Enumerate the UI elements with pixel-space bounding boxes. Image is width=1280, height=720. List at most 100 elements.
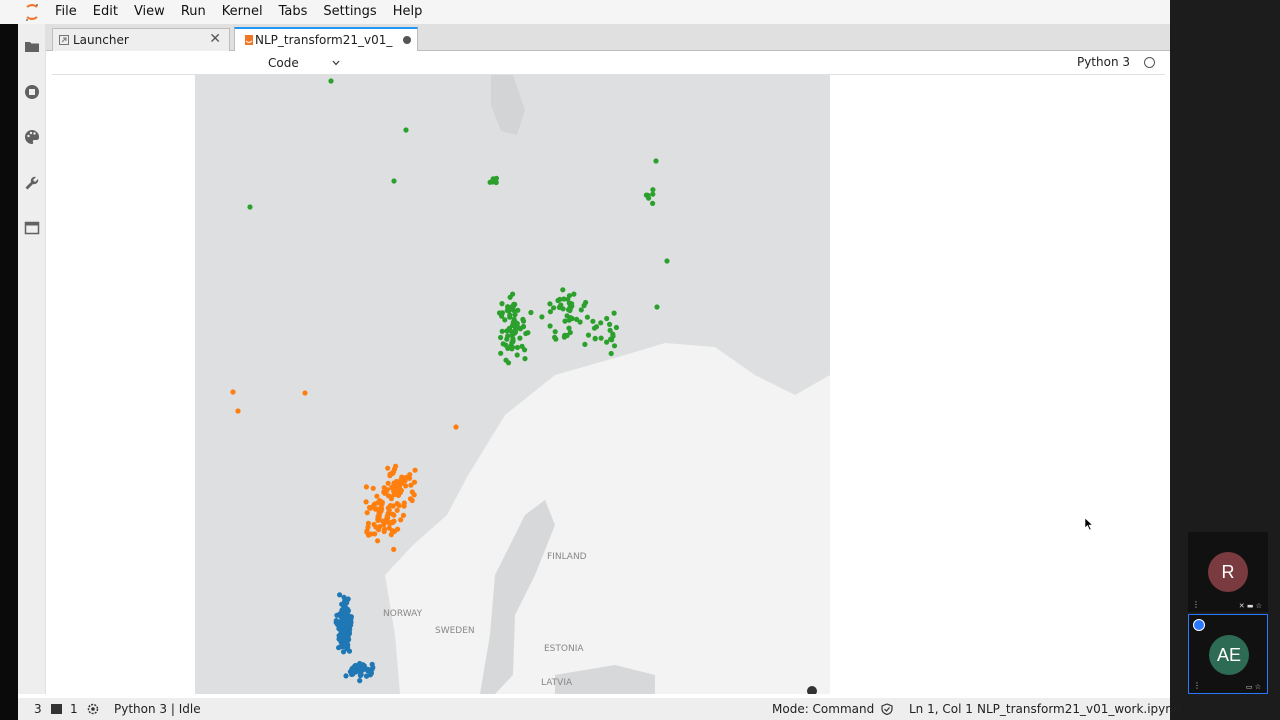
status-count-b[interactable]: 1 <box>70 702 78 716</box>
menu-view[interactable]: View <box>126 0 173 24</box>
close-icon[interactable]: ✕ <box>209 31 221 47</box>
map-point <box>584 314 590 320</box>
more-options-icon[interactable]: ⋮ <box>1192 600 1200 609</box>
map-point <box>604 315 610 322</box>
running-sessions-icon[interactable] <box>24 84 40 100</box>
map-point <box>520 323 527 330</box>
map-point <box>395 526 401 532</box>
map-point <box>360 667 366 673</box>
map-point <box>398 517 404 523</box>
map-point <box>377 524 383 530</box>
map-point <box>395 485 401 491</box>
map-point <box>363 499 369 505</box>
map-point <box>593 324 600 330</box>
menu-file[interactable]: File <box>47 0 85 24</box>
map-point <box>336 636 342 642</box>
tab-launcher[interactable]: Launcher ✕ <box>52 28 230 51</box>
map-point <box>343 625 350 632</box>
map-point <box>369 661 375 667</box>
shield-icon[interactable] <box>881 703 893 715</box>
map-point <box>357 678 363 684</box>
map-point <box>509 344 516 350</box>
map-point <box>394 507 400 513</box>
map-point <box>558 302 564 308</box>
mouse-cursor-icon <box>1084 517 1094 531</box>
tab-notebook[interactable]: NLP_transform21_v01_wor <box>234 27 418 51</box>
tabs-panel-icon[interactable] <box>24 220 40 236</box>
map-point <box>337 592 343 598</box>
map-point <box>409 489 415 495</box>
map-point <box>525 330 531 336</box>
participant-tile-ae[interactable]: AE ⋮ ▭ ☆ <box>1188 614 1268 694</box>
map-point <box>547 309 553 315</box>
wrench-icon[interactable] <box>24 175 40 191</box>
folder-icon[interactable] <box>24 38 40 54</box>
map-point <box>598 335 604 341</box>
scatter-map[interactable]: FINLAND NORWAY SWEDEN ESTONIA LATVIA <box>195 75 830 694</box>
map-point <box>553 336 559 342</box>
map-point <box>552 329 558 335</box>
map-point <box>363 484 369 490</box>
map-output[interactable]: FINLAND NORWAY SWEDEN ESTONIA LATVIA <box>195 75 830 694</box>
menu-edit[interactable]: Edit <box>85 0 126 24</box>
map-point <box>571 291 577 297</box>
unsaved-dot-icon[interactable] <box>403 36 411 44</box>
map-point <box>343 673 349 679</box>
map-point <box>611 310 617 316</box>
map-point <box>407 496 414 502</box>
map-point <box>577 319 583 325</box>
map-point <box>235 408 241 414</box>
menu-settings[interactable]: Settings <box>315 0 384 24</box>
map-point <box>385 480 391 486</box>
map-point <box>334 612 340 618</box>
map-point <box>364 510 370 516</box>
map-point <box>401 500 407 506</box>
mode-indicator[interactable]: Mode: Command <box>772 702 874 716</box>
cell-type-dropdown[interactable]: Code <box>264 54 340 72</box>
map-point <box>341 640 347 646</box>
label-norway: NORWAY <box>383 609 423 619</box>
menu-tabs[interactable]: Tabs <box>271 0 316 24</box>
map-point <box>561 334 567 340</box>
file-name[interactable]: NLP_transform21_v01_work.ipynb <box>977 702 1181 716</box>
tab-label: Launcher <box>73 33 129 47</box>
label-finland: FINLAND <box>547 552 587 562</box>
map-point <box>567 329 573 336</box>
menu-help[interactable]: Help <box>385 0 431 24</box>
settings-gear-icon[interactable] <box>87 703 99 715</box>
map-point <box>582 341 588 347</box>
map-point <box>539 314 545 320</box>
launcher-icon <box>59 35 69 45</box>
jupyter-logo-icon <box>26 4 38 21</box>
map-point <box>522 347 528 353</box>
palette-icon[interactable] <box>24 129 40 145</box>
map-point <box>592 336 598 342</box>
map-point <box>247 204 253 210</box>
label-sweden: SWEDEN <box>435 626 475 636</box>
map-point <box>566 325 572 331</box>
map-point <box>394 501 400 507</box>
tab-bar: Launcher ✕ NLP_transform21_v01_wor <box>46 24 1170 51</box>
kernel-status-text[interactable]: Python 3 | Idle <box>114 702 201 716</box>
map-point <box>505 333 511 339</box>
status-count-a[interactable]: 3 <box>34 702 42 716</box>
map-point <box>653 158 659 164</box>
more-options-icon[interactable]: ⋮ <box>1193 681 1201 690</box>
map-point <box>342 613 348 619</box>
map-point <box>375 538 381 544</box>
video-call-panel <box>1170 0 1280 720</box>
map-point <box>585 332 592 338</box>
menu-kernel[interactable]: Kernel <box>214 0 271 24</box>
cursor-position[interactable]: Ln 1, Col 1 <box>909 702 973 716</box>
kernel-name[interactable]: Python 3 <box>1077 55 1130 69</box>
kernel-idle-icon <box>1144 57 1155 68</box>
terminal-icon <box>51 704 62 714</box>
map-point <box>610 331 616 337</box>
map-point <box>500 341 506 347</box>
map-point <box>391 512 397 518</box>
notebook-panel[interactable]: FINLAND NORWAY SWEDEN ESTONIA LATVIA <box>52 75 1165 694</box>
map-point <box>341 594 347 600</box>
participant-tile-r[interactable]: R ⋮ ✕ ▬ ☆ <box>1188 532 1268 612</box>
menu-run[interactable]: Run <box>173 0 214 24</box>
map-point <box>547 323 553 329</box>
